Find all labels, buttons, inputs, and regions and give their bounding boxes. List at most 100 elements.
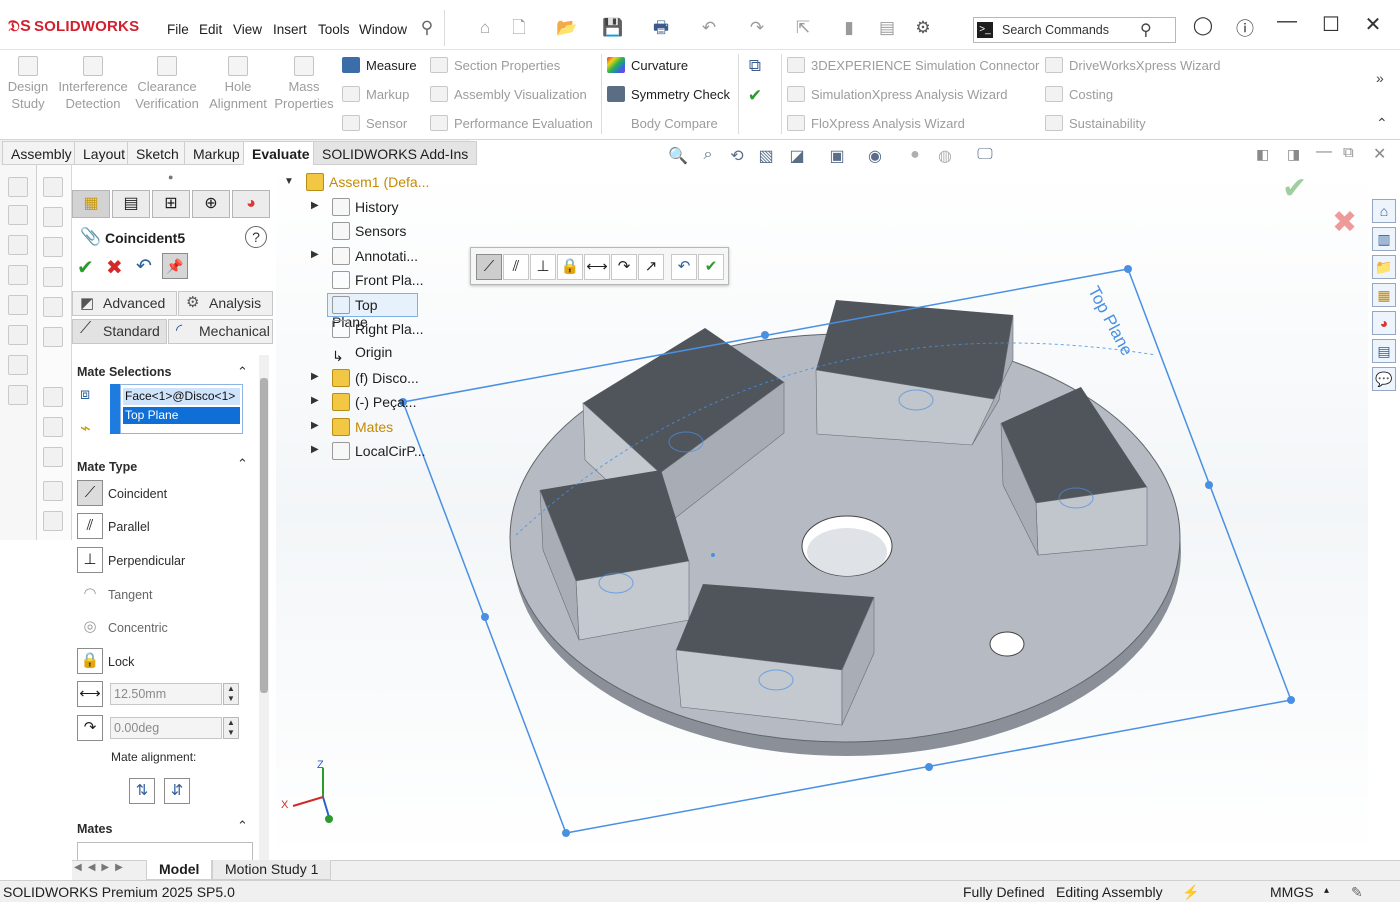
tree-item-top-plane[interactable]: Top Plane — [327, 293, 418, 330]
ribbon-overflow-chevron-icon[interactable]: » — [1376, 70, 1384, 86]
tab-sketch[interactable]: Sketch — [127, 141, 188, 165]
tangent-label[interactable]: Tangent — [108, 588, 152, 602]
doc-close-button[interactable]: ✕ — [1373, 144, 1386, 164]
help-question-icon[interactable]: ? — [245, 226, 267, 248]
interference-detection-button[interactable]: Interference Detection — [56, 56, 130, 112]
print-icon[interactable]: 🖶 — [650, 18, 672, 38]
hide-show-items-icon[interactable]: ◉ — [864, 146, 886, 166]
strip-tool-icon[interactable] — [8, 385, 28, 405]
design-study-button[interactable]: Design Study — [6, 56, 50, 112]
tree-item-local-circular-pattern[interactable]: LocalCirP... — [332, 442, 426, 460]
aligned-icon[interactable]: ⇅ — [129, 778, 155, 804]
pin-icon[interactable]: ⚲ — [416, 18, 438, 38]
strip-tool-icon[interactable] — [43, 177, 63, 197]
strip-tool-icon[interactable] — [43, 237, 63, 257]
mate-selections-list[interactable]: Face<1>@Disco<1> Top Plane — [120, 384, 243, 434]
strip-tool-icon[interactable] — [43, 447, 63, 467]
plane-handle[interactable] — [1205, 481, 1213, 489]
tab-assembly[interactable]: Assembly — [2, 141, 81, 165]
selection-top-plane[interactable]: Top Plane — [123, 407, 240, 424]
options-gear-icon[interactable]: ⚙ — [912, 18, 934, 38]
strip-tool-icon[interactable] — [43, 481, 63, 501]
floxpress-button[interactable]: FloXpress Analysis Wizard — [787, 115, 965, 132]
tree-expand-icon[interactable]: ▶ — [311, 200, 319, 211]
tangent-mate-icon[interactable]: ◠ — [77, 581, 103, 607]
strip-tool-icon[interactable] — [43, 327, 63, 347]
minimize-window-button[interactable]: — — [1272, 10, 1302, 33]
tree-expand-icon[interactable]: ▶ — [311, 249, 319, 260]
performance-evaluation-button[interactable]: Performance Evaluation — [430, 115, 593, 132]
strip-tool-icon[interactable] — [43, 207, 63, 227]
edit-appearance-icon[interactable]: ● — [904, 146, 926, 164]
solidworks-resources-home-icon[interactable]: ⌂ — [1372, 199, 1396, 223]
plane-handle[interactable] — [1124, 265, 1132, 273]
strip-tool-icon[interactable] — [43, 297, 63, 317]
coincident-label[interactable]: Coincident — [108, 487, 167, 501]
strip-tool-icon[interactable] — [8, 295, 28, 315]
clearance-verification-button[interactable]: Clearance Verification — [133, 56, 201, 112]
popup-perpendicular-icon[interactable]: ⊥ — [530, 254, 556, 280]
collapse-ribbon-chevron-icon[interactable]: ⌃ — [1376, 115, 1388, 132]
small-hole[interactable] — [989, 631, 1025, 657]
collapse-mate-type-chevron-icon[interactable]: ⌃ — [237, 456, 248, 472]
tab-feature-manager[interactable]: ▦ — [72, 190, 110, 218]
plane-handle[interactable] — [925, 763, 933, 771]
tree-item-sensors[interactable]: Sensors — [332, 222, 406, 240]
popup-flip-alignment-icon[interactable]: ↗ — [638, 254, 664, 280]
tree-item-peca[interactable]: (-) Peça... — [332, 393, 416, 411]
graphics-area[interactable]: Top Plane Z X ✔ ✖ — [276, 165, 1368, 860]
sensor-button[interactable]: Sensor — [342, 115, 407, 132]
check-icon[interactable]: ✔ — [744, 86, 766, 106]
markup-button[interactable]: Markup — [342, 86, 409, 103]
new-document-icon[interactable]: 🗋 — [508, 18, 530, 38]
lock-mate-icon[interactable]: 🔒 — [77, 648, 103, 674]
file-explorer-icon[interactable]: 📁 — [1372, 255, 1396, 279]
redo-icon[interactable]: ↷ — [746, 18, 768, 38]
mates-list-box[interactable] — [77, 842, 253, 860]
ok-check-icon[interactable]: ✔ — [77, 255, 94, 280]
distance-mate-icon[interactable]: ⟷ — [77, 681, 103, 707]
confirmation-corner-ok-icon[interactable]: ✔ — [1282, 171, 1307, 206]
tree-item-origin[interactable]: ↳ Origin — [332, 344, 392, 366]
previous-view-icon[interactable]: ⟲ — [726, 146, 748, 166]
strip-tool-icon[interactable] — [43, 511, 63, 531]
curvature-button[interactable]: Curvature — [607, 57, 688, 74]
close-window-button[interactable]: ✕ — [1358, 12, 1388, 37]
quick-tips-icon[interactable]: ✎ — [1351, 881, 1363, 902]
selection-face-disco[interactable]: Face<1>@Disco<1> — [123, 388, 240, 405]
strip-tool-icon[interactable] — [8, 355, 28, 375]
lock-label[interactable]: Lock — [108, 655, 134, 669]
strip-tool-icon[interactable] — [8, 177, 28, 197]
tree-root-assembly[interactable]: Assem1 (Defa... — [306, 173, 429, 191]
popup-parallel-icon[interactable]: ⫽ — [503, 254, 529, 280]
view-orientation-icon[interactable]: ◪ — [786, 146, 808, 166]
view-palette-icon[interactable]: ▦ — [1372, 283, 1396, 307]
menu-file[interactable]: File — [167, 22, 189, 37]
maximize-window-button[interactable]: ☐ — [1316, 12, 1346, 37]
mass-properties-button[interactable]: Mass Properties — [272, 56, 336, 112]
concentric-label[interactable]: Concentric — [108, 621, 168, 635]
strip-tool-icon[interactable] — [8, 325, 28, 345]
anti-aligned-icon[interactable]: ⇵ — [164, 778, 190, 804]
user-account-icon[interactable]: ◯ — [1188, 15, 1218, 36]
tree-expand-icon[interactable]: ▶ — [311, 444, 319, 455]
tab-solidworks-add-ins[interactable]: SOLIDWORKS Add-Ins — [313, 141, 478, 165]
doc-minimize-button[interactable]: — — [1316, 143, 1332, 161]
assembly-visualization-button[interactable]: Assembly Visualization — [430, 86, 587, 103]
tree-expand-icon[interactable]: ▶ — [311, 395, 319, 406]
doc-restore-button[interactable]: ⧉ — [1343, 144, 1354, 161]
unit-system[interactable]: MMGS — [1270, 881, 1314, 902]
angle-input[interactable]: 0.00deg — [110, 717, 222, 739]
tab-evaluate[interactable]: Evaluate — [243, 141, 319, 165]
parallel-mate-icon[interactable]: ⫽ — [77, 513, 103, 539]
tree-item-right-plane[interactable]: Right Pla... — [332, 320, 423, 338]
strip-tool-icon[interactable] — [8, 235, 28, 255]
concentric-mate-icon[interactable]: ◎ — [77, 614, 103, 640]
strip-tool-icon[interactable] — [43, 267, 63, 287]
tree-expand-icon[interactable]: ▶ — [311, 420, 319, 431]
file-properties-icon[interactable]: ▤ — [876, 18, 898, 38]
appearances-icon[interactable]: ◕ — [1372, 311, 1396, 335]
tree-item-disco[interactable]: (f) Disco... — [332, 369, 419, 387]
hole-alignment-button[interactable]: Hole Alignment — [206, 56, 270, 112]
tab-display-manager[interactable]: ◕ — [232, 190, 270, 218]
